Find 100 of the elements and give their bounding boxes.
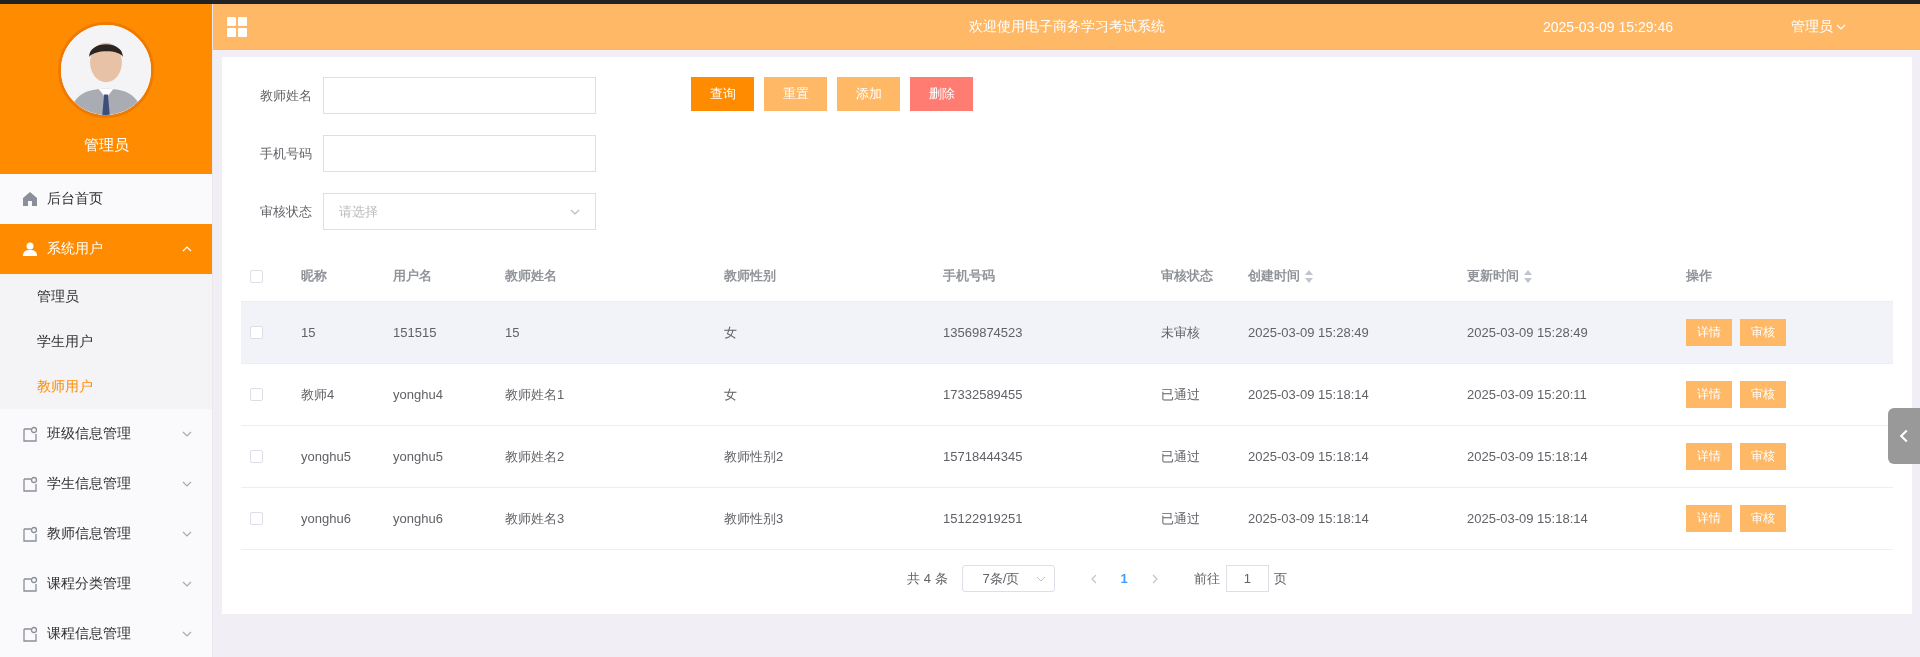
table-cell-text: 教师姓名2 bbox=[505, 447, 566, 466]
menu-item[interactable]: 教师信息管理 bbox=[0, 509, 212, 559]
chevron-down-icon bbox=[182, 629, 192, 639]
chevron-up-icon bbox=[182, 244, 192, 254]
page-input[interactable]: 1 bbox=[1225, 565, 1269, 592]
table-cell-text: 女 bbox=[724, 323, 738, 342]
table-cell-text: 2025-03-09 15:18:14 bbox=[1248, 387, 1370, 402]
table-cell-text: 2025-03-09 15:18:14 bbox=[1248, 511, 1370, 526]
menu-item[interactable]: 系统用户 bbox=[0, 224, 212, 274]
column-header: 手机号码 bbox=[943, 267, 995, 285]
page-title: 欢迎使用电子商务学习考试系统 bbox=[968, 18, 1165, 36]
row-action-button[interactable]: 审核 bbox=[1740, 381, 1786, 408]
table-cell-text: 15 bbox=[301, 325, 317, 340]
user-icon bbox=[22, 241, 38, 257]
side-panel-toggle[interactable] bbox=[1888, 408, 1920, 464]
checkbox[interactable] bbox=[250, 269, 263, 283]
table-cell-text: yonghu6 bbox=[301, 511, 352, 526]
table-cell-text: 教师性别2 bbox=[724, 447, 785, 466]
row-action-button[interactable]: 审核 bbox=[1740, 319, 1786, 346]
chevron-down-icon bbox=[1836, 22, 1846, 32]
table-cell-text: yonghu6 bbox=[393, 511, 444, 526]
document-icon bbox=[22, 426, 38, 442]
document-icon bbox=[22, 576, 38, 592]
document-icon bbox=[22, 626, 38, 642]
table-cell-text: 2025-03-09 15:28:49 bbox=[1467, 325, 1589, 340]
row-action-button[interactable]: 详情 bbox=[1686, 443, 1732, 470]
action-button[interactable]: 添加 bbox=[837, 77, 900, 111]
table-cell-text: 已通过 bbox=[1161, 509, 1201, 528]
column-header: 更新时间 bbox=[1467, 267, 1519, 285]
column-header: 审核状态 bbox=[1161, 267, 1213, 285]
table-cell-text: 教师姓名3 bbox=[505, 509, 566, 528]
table-cell-text: yonghu4 bbox=[393, 387, 444, 402]
column-header: 教师姓名 bbox=[505, 267, 557, 285]
submenu-item[interactable]: 学生用户 bbox=[0, 319, 212, 364]
table-cell-text: 已通过 bbox=[1161, 447, 1201, 466]
home-icon bbox=[22, 191, 38, 207]
checkbox[interactable] bbox=[250, 450, 263, 463]
action-button[interactable]: 重置 bbox=[764, 77, 827, 111]
row-action-button[interactable]: 详情 bbox=[1686, 319, 1732, 346]
table-cell-text: 15718444345 bbox=[943, 449, 1024, 464]
checkbox[interactable] bbox=[250, 388, 263, 401]
grid-icon bbox=[227, 17, 247, 37]
input-field[interactable] bbox=[323, 135, 596, 172]
field-label: 教师姓名 bbox=[259, 86, 313, 105]
chevron-down-icon bbox=[182, 579, 192, 589]
column-header: 用户名 bbox=[393, 267, 432, 285]
submenu-item[interactable]: 教师用户 bbox=[0, 364, 212, 409]
table-cell-text: 151515 bbox=[393, 325, 438, 340]
column-header: 昵称 bbox=[301, 267, 327, 285]
field-label: 手机号码 bbox=[259, 144, 313, 163]
checkbox[interactable] bbox=[250, 326, 263, 339]
page-size-select[interactable]: 7条/页 bbox=[961, 565, 1055, 592]
table-cell-text: 教师4 bbox=[301, 385, 336, 404]
table-cell-text: yonghu5 bbox=[393, 449, 444, 464]
table-cell-text: 17332589455 bbox=[943, 387, 1024, 402]
table-cell-text: 2025-03-09 15:18:14 bbox=[1248, 449, 1370, 464]
table-cell-text: 教师姓名1 bbox=[505, 385, 566, 404]
table-cell-text: 15 bbox=[505, 325, 521, 340]
datetime: 2025-03-09 15:29:46 bbox=[1543, 19, 1673, 35]
input-field[interactable] bbox=[323, 77, 596, 114]
menu-item[interactable]: 学生信息管理 bbox=[0, 459, 212, 509]
table-cell-text: 已通过 bbox=[1161, 385, 1201, 404]
table-cell-text: yonghu5 bbox=[301, 449, 352, 464]
action-button[interactable]: 查询 bbox=[691, 77, 754, 111]
column-header: 教师性别 bbox=[724, 267, 776, 285]
table-cell-text: 未审核 bbox=[1161, 323, 1201, 342]
action-button[interactable]: 删除 bbox=[910, 77, 973, 111]
menu-item[interactable]: 班级信息管理 bbox=[0, 409, 212, 459]
menu-item[interactable]: 课程分类管理 bbox=[0, 559, 212, 609]
user-menu[interactable]: 管理员 bbox=[1791, 18, 1846, 36]
user-name: 管理员 bbox=[83, 136, 129, 155]
column-header: 创建时间 bbox=[1248, 267, 1300, 285]
row-action-button[interactable]: 审核 bbox=[1740, 505, 1786, 532]
chevron-down-icon bbox=[182, 529, 192, 539]
page-number[interactable]: 1 bbox=[1112, 571, 1136, 586]
row-action-button[interactable]: 详情 bbox=[1686, 381, 1732, 408]
table-cell-text: 13569874523 bbox=[943, 325, 1024, 340]
chevron-down-icon bbox=[182, 479, 192, 489]
row-action-button[interactable]: 审核 bbox=[1740, 443, 1786, 470]
table-cell-text: 2025-03-09 15:28:49 bbox=[1248, 325, 1370, 340]
menu-item[interactable]: 课程信息管理 bbox=[0, 609, 212, 657]
goto-label: 前往 bbox=[1193, 569, 1220, 588]
page-suffix: 页 bbox=[1273, 569, 1287, 588]
total-count: 共 4 条 bbox=[907, 569, 948, 588]
table-cell-text: 2025-03-09 15:20:11 bbox=[1467, 387, 1588, 402]
table-cell-text: 15122919251 bbox=[943, 511, 1024, 526]
table-cell-text: 女 bbox=[724, 385, 738, 404]
row-action-button[interactable]: 详情 bbox=[1686, 505, 1732, 532]
select-field[interactable]: 请选择 bbox=[323, 193, 596, 230]
submenu-item[interactable]: 管理员 bbox=[0, 274, 212, 319]
column-header: 操作 bbox=[1686, 267, 1712, 285]
checkbox[interactable] bbox=[250, 512, 263, 525]
document-icon bbox=[22, 476, 38, 492]
menu-item[interactable]: 后台首页 bbox=[0, 174, 212, 224]
field-label: 审核状态 bbox=[259, 202, 313, 221]
table-cell-text: 教师性别3 bbox=[724, 509, 785, 528]
table-cell-text: 2025-03-09 15:18:14 bbox=[1467, 449, 1589, 464]
document-icon bbox=[22, 526, 38, 542]
chevron-down-icon bbox=[182, 429, 192, 439]
table-cell-text: 2025-03-09 15:18:14 bbox=[1467, 511, 1589, 526]
